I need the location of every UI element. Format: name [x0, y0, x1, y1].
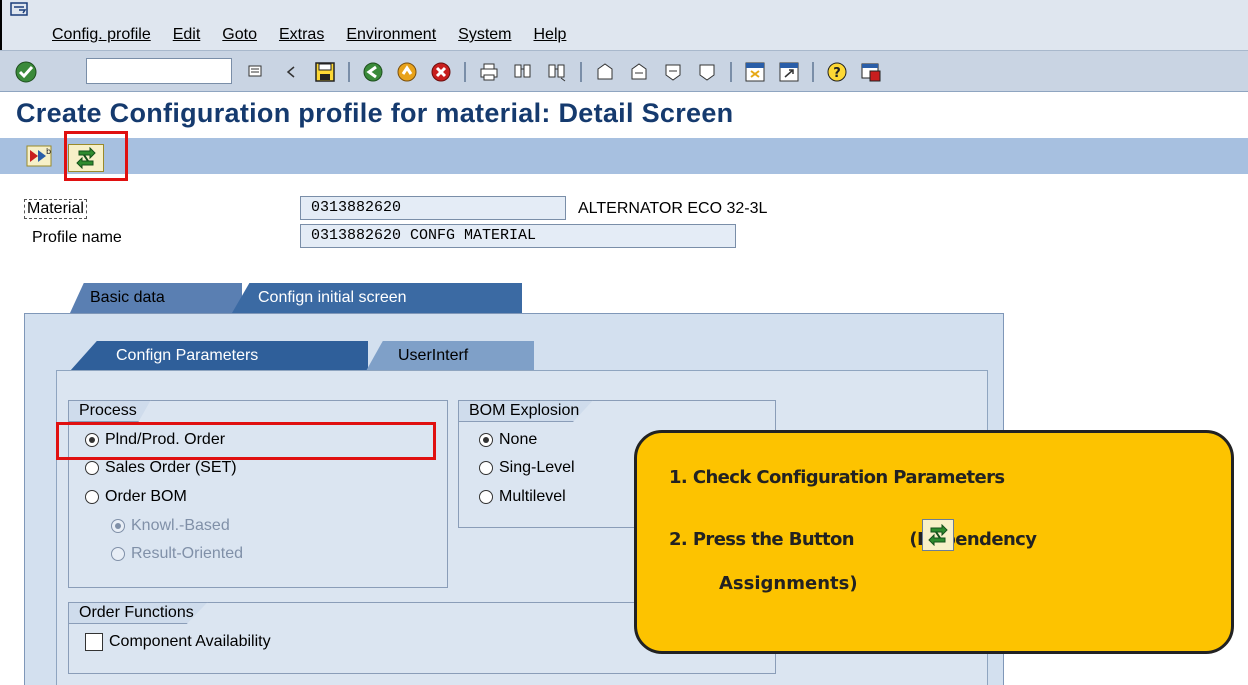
- svg-text:?: ?: [833, 66, 841, 81]
- radio-label: Multilevel: [499, 488, 566, 505]
- menu-edit[interactable]: Edit: [173, 26, 201, 44]
- tab-user-interface[interactable]: UserInterf: [366, 341, 534, 371]
- standard-toolbar: ?: [0, 50, 1248, 92]
- system-menu-icon[interactable]: [10, 2, 30, 18]
- menu-extras[interactable]: Extras: [279, 26, 324, 44]
- menu-environment[interactable]: Environment: [346, 26, 436, 44]
- command-history-icon[interactable]: [248, 64, 262, 78]
- menu-system[interactable]: System: [458, 26, 511, 44]
- callout-dependency-button-icon: [922, 519, 954, 551]
- back-arrow-icon[interactable]: [280, 61, 302, 83]
- other-profile-icon[interactable]: b: [26, 143, 52, 169]
- first-page-icon[interactable]: [594, 61, 616, 83]
- bom-explosion-group-title: BOM Explosion: [458, 400, 594, 422]
- next-page-icon[interactable]: [662, 61, 684, 83]
- radio-result-oriented: Result-Oriented: [111, 545, 243, 563]
- toolbar-separator: [812, 62, 814, 82]
- profile-name-field[interactable]: 0313882620 CONFG MATERIAL: [300, 224, 736, 248]
- application-toolbar: [0, 138, 1248, 174]
- tab-basic-data[interactable]: Basic data: [70, 283, 242, 313]
- highlight-box: [64, 131, 128, 181]
- radio-button[interactable]: [85, 461, 99, 475]
- radio-bom-none[interactable]: None: [479, 431, 537, 449]
- page-title: Create Configuration profile for materia…: [16, 98, 734, 128]
- menu-bar: Config. profile Edit Goto Extras Environ…: [0, 0, 1248, 50]
- component-availability-checkbox-row[interactable]: Component Availability: [85, 633, 271, 651]
- radio-button[interactable]: [479, 461, 493, 475]
- create-session-icon[interactable]: [744, 61, 766, 83]
- radio-button[interactable]: [85, 490, 99, 504]
- svg-text:b: b: [46, 147, 51, 156]
- radio-bom-sing-level[interactable]: Sing-Level: [479, 459, 575, 477]
- callout-step-2-text: 2. Press the Button: [669, 529, 855, 550]
- radio-sales-order-set[interactable]: Sales Order (SET): [85, 459, 237, 477]
- process-group-title: Process: [68, 400, 151, 422]
- shortcut-icon[interactable]: [778, 61, 800, 83]
- radio-bom-multilevel[interactable]: Multilevel: [479, 488, 566, 506]
- find-next-icon[interactable]: [546, 61, 568, 83]
- last-page-icon[interactable]: [696, 61, 718, 83]
- prev-page-icon[interactable]: [628, 61, 650, 83]
- radio-label: Sales Order (SET): [105, 459, 237, 476]
- tab-confign-initial-screen[interactable]: Confign initial screen: [232, 283, 522, 313]
- radio-order-bom[interactable]: Order BOM: [85, 488, 187, 506]
- cancel-icon[interactable]: [430, 61, 452, 83]
- callout-step-1: 1. Check Configuration Parameters: [669, 467, 1005, 488]
- find-icon[interactable]: [512, 61, 534, 83]
- instruction-callout: 1. Check Configuration Parameters 2. Pre…: [634, 430, 1234, 654]
- command-field[interactable]: [86, 58, 232, 84]
- callout-step-2: 2. Press the Button (Dependency: [669, 529, 1037, 550]
- tab-confign-parameters[interactable]: Confign Parameters: [70, 341, 368, 371]
- customize-layout-icon[interactable]: [860, 61, 882, 83]
- component-availability-checkbox[interactable]: [85, 633, 103, 651]
- highlight-box: [56, 422, 436, 460]
- toolbar-separator: [348, 62, 350, 82]
- enter-icon[interactable]: [14, 60, 38, 84]
- profile-name-label: Profile name: [32, 229, 122, 246]
- exit-icon[interactable]: [396, 61, 418, 83]
- material-description: ALTERNATOR ECO 32-3L: [578, 200, 768, 217]
- material-field[interactable]: 0313882620: [300, 196, 566, 220]
- radio-button[interactable]: [479, 490, 493, 504]
- radio-label: Result-Oriented: [131, 545, 244, 562]
- radio-button: [111, 519, 125, 533]
- toolbar-separator: [464, 62, 466, 82]
- menu-help[interactable]: Help: [534, 26, 567, 44]
- radio-button: [111, 547, 125, 561]
- menu-items: Config. profile Edit Goto Extras Environ…: [52, 26, 588, 44]
- radio-label: Order BOM: [105, 488, 187, 505]
- toolbar-separator: [730, 62, 732, 82]
- toolbar-icons: ?: [280, 59, 894, 85]
- save-icon[interactable]: [314, 61, 336, 83]
- material-label: Material: [24, 199, 87, 219]
- radio-knowl-based: Knowl.-Based: [111, 517, 230, 535]
- help-icon[interactable]: ?: [826, 61, 848, 83]
- radio-label: Sing-Level: [499, 459, 575, 476]
- menu-config-profile[interactable]: Config. profile: [52, 26, 151, 44]
- checkbox-label: Component Availability: [109, 633, 271, 650]
- toolbar-separator: [580, 62, 582, 82]
- back-icon[interactable]: [362, 61, 384, 83]
- menu-goto[interactable]: Goto: [222, 26, 257, 44]
- radio-label: Knowl.-Based: [131, 517, 230, 534]
- order-functions-group-title: Order Functions: [68, 602, 208, 624]
- radio-label: None: [499, 431, 538, 448]
- callout-step-2-continued: Assignments): [719, 573, 858, 594]
- radio-button[interactable]: [479, 433, 493, 447]
- print-icon[interactable]: [478, 61, 500, 83]
